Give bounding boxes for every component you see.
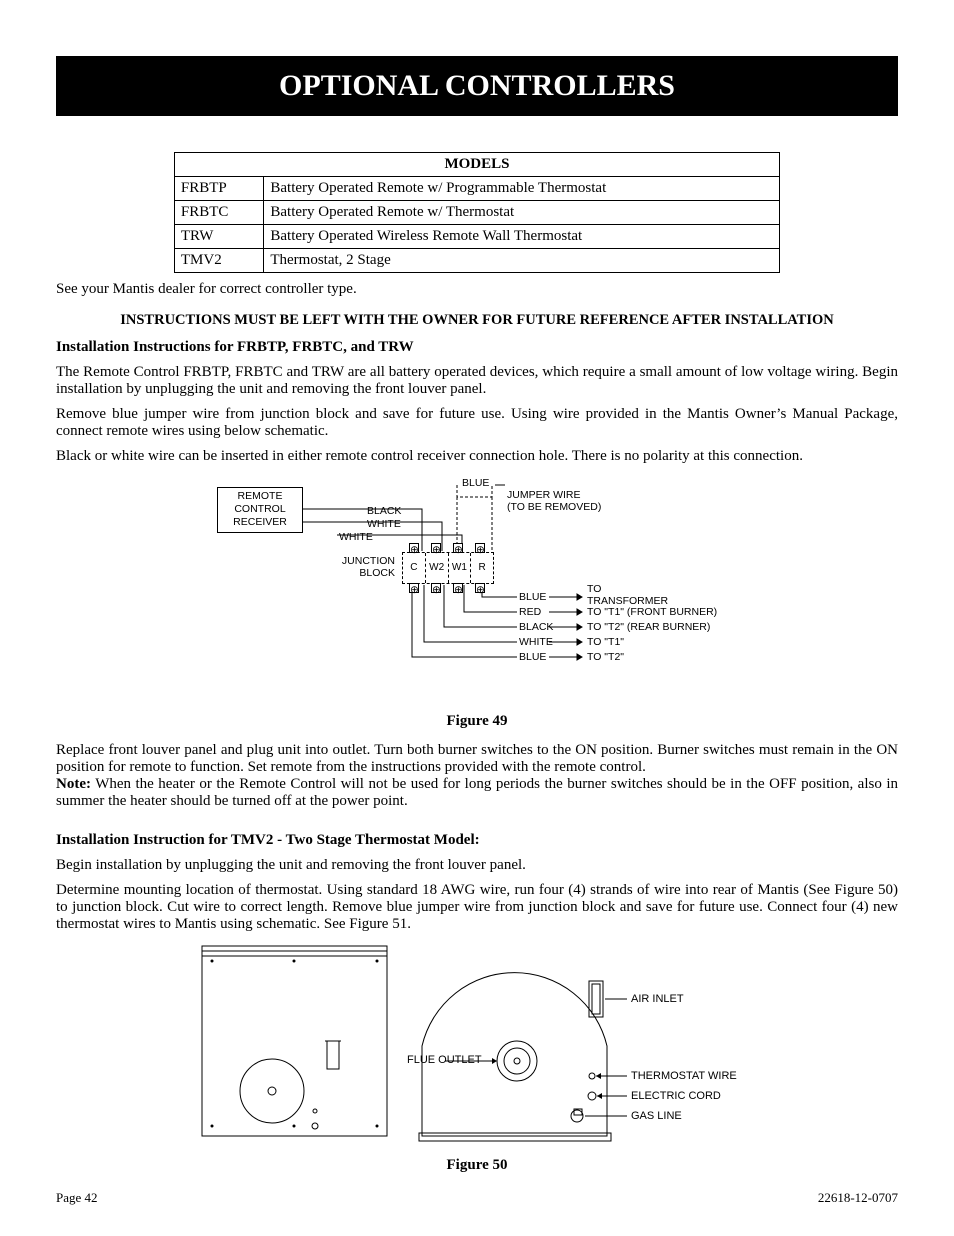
air-inlet-label: AIR INLET <box>631 993 684 1005</box>
flue-outlet-label: FLUE OUTLET <box>407 1054 443 1066</box>
wire-label: BLACK <box>519 621 553 633</box>
figure-49-diagram: REMOTECONTROLRECEIVER BLUE JUMPER WIRE (… <box>217 477 737 707</box>
terminal-w2: W2 <box>426 553 449 583</box>
page-title: OPTIONAL CONTROLLERS <box>56 56 898 116</box>
body-text: Replace front louver panel and plug unit… <box>56 742 898 810</box>
wire-dest: TO "T2" <box>587 651 624 663</box>
screw-icon: ⊕ <box>431 543 441 553</box>
model-desc: Thermostat, 2 Stage <box>264 249 780 273</box>
electric-cord-label: ELECTRIC CORD <box>631 1090 721 1102</box>
page-number: Page 42 <box>56 1190 98 1206</box>
screw-icon: ⊕ <box>453 583 463 593</box>
model-code: FRBTC <box>174 201 263 225</box>
figure-50-diagram: FLUE OUTLET AIR INLET THERMOSTAT WIRE EL… <box>197 941 757 1151</box>
wire-dest: TO "T2" (REAR BURNER) <box>587 621 710 633</box>
wire-dest: TOTRANSFORMER <box>587 583 668 607</box>
terminal-r: R <box>471 553 493 583</box>
table-row: FRBTCBattery Operated Remote w/ Thermost… <box>174 201 779 225</box>
gas-line-label: GAS LINE <box>631 1110 682 1122</box>
table-row: TRWBattery Operated Wireless Remote Wall… <box>174 225 779 249</box>
body-text: Determine mounting location of thermosta… <box>56 882 898 933</box>
screw-icon: ⊕ <box>431 583 441 593</box>
note-label: Note: <box>56 776 91 792</box>
thermostat-wire-label: THERMOSTAT WIRE <box>631 1070 737 1082</box>
model-desc: Battery Operated Wireless Remote Wall Th… <box>264 225 780 249</box>
body-text: Black or white wire can be inserted in e… <box>56 448 898 465</box>
figure-49-caption: Figure 49 <box>56 713 898 730</box>
body-text: Remove blue jumper wire from junction bl… <box>56 406 898 440</box>
see-dealer-text: See your Mantis dealer for correct contr… <box>56 281 898 298</box>
model-code: FRBTP <box>174 177 263 201</box>
screw-icon: ⊕ <box>409 543 419 553</box>
terminal-w1: W1 <box>449 553 472 583</box>
doc-number: 22618-12-0707 <box>818 1190 898 1206</box>
models-table: MODELS FRBTPBattery Operated Remote w/ P… <box>174 152 780 273</box>
wire-dest: TO "T1" (FRONT BURNER) <box>587 606 717 618</box>
section1-heading: Installation Instructions for FRBTP, FRB… <box>56 339 898 356</box>
junction-block: C W2 W1 R <box>402 552 494 584</box>
instructions-banner: INSTRUCTIONS MUST BE LEFT WITH THE OWNER… <box>56 312 898 329</box>
table-row: FRBTPBattery Operated Remote w/ Programm… <box>174 177 779 201</box>
body-text: The Remote Control FRBTP, FRBTC and TRW … <box>56 364 898 398</box>
body-text: Begin installation by unplugging the uni… <box>56 857 898 874</box>
wire-dest: TO "T1" <box>587 636 624 648</box>
wire-label: BLUE <box>519 591 546 603</box>
wire-label: WHITE <box>519 636 553 648</box>
page-footer: Page 42 22618-12-0707 <box>56 1190 898 1206</box>
body-span: Replace front louver panel and plug unit… <box>56 742 898 775</box>
screw-icon: ⊕ <box>475 583 485 593</box>
model-code: TRW <box>174 225 263 249</box>
wire-label: BLUE <box>519 651 546 663</box>
model-code: TMV2 <box>174 249 263 273</box>
screw-icon: ⊕ <box>453 543 463 553</box>
model-desc: Battery Operated Remote w/ Programmable … <box>264 177 780 201</box>
wire-label: RED <box>519 606 541 618</box>
models-header: MODELS <box>174 153 779 177</box>
screw-icon: ⊕ <box>475 543 485 553</box>
section2-heading: Installation Instruction for TMV2 - Two … <box>56 832 898 849</box>
figure-50-caption: Figure 50 <box>56 1157 898 1174</box>
terminal-c: C <box>403 553 426 583</box>
table-row: TMV2Thermostat, 2 Stage <box>174 249 779 273</box>
note-text: When the heater or the Remote Control wi… <box>56 776 898 809</box>
model-desc: Battery Operated Remote w/ Thermostat <box>264 201 780 225</box>
screw-icon: ⊕ <box>409 583 419 593</box>
